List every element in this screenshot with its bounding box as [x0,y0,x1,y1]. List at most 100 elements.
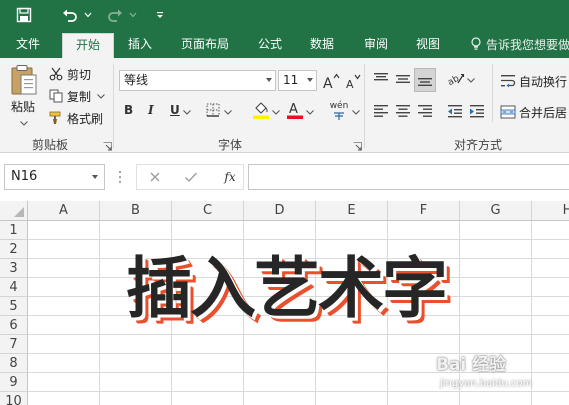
font-name-value: 等线 [124,73,149,87]
tab-view[interactable]: 视图 [406,30,450,58]
format-painter-button[interactable]: 格式刷 [48,108,103,128]
column-header[interactable]: E [316,201,388,221]
enter-icon[interactable] [182,164,200,190]
orientation-dropdown-icon[interactable] [467,76,475,84]
underline-button[interactable]: U [170,103,180,117]
formula-bar: N16 fx [0,153,569,201]
ribbon-separator [492,64,493,122]
paste-label[interactable]: 粘贴 [11,98,35,115]
underline-dropdown-icon[interactable] [183,108,191,116]
cut-button[interactable]: 剪切 [48,64,91,84]
ribbon-home: 粘贴 剪切 复制 格式刷 剪贴板 等线 11 A A B I U A wén 字… [0,58,569,153]
name-box[interactable]: N16 [4,164,105,190]
increase-font-size-icon[interactable]: A [322,71,340,91]
wrap-text-button[interactable]: 自动换行 [500,71,567,91]
decrease-font-size-icon[interactable]: A [344,71,362,91]
merge-center-button[interactable]: 合并后居 [500,102,567,122]
svg-text:A: A [289,102,298,117]
row-header[interactable]: 2 [0,240,28,259]
lightbulb-icon [470,37,482,51]
redo-icon[interactable] [103,0,127,30]
clipboard-dialog-launcher-icon[interactable] [103,140,112,151]
tell-me-box[interactable]: 告诉我您想要做 [470,30,569,58]
row-header[interactable]: 4 [0,278,28,297]
cancel-icon[interactable] [146,164,164,190]
row-header[interactable]: 8 [0,354,28,373]
font-color-icon[interactable]: A [286,100,304,120]
grid-line [28,334,569,335]
select-all-corner[interactable] [0,201,28,221]
copy-label: 复制 [67,89,92,104]
paste-dropdown-icon[interactable] [20,120,28,126]
row-header[interactable]: 10 [0,392,28,405]
column-header[interactable]: H [532,201,569,221]
row-header[interactable]: 9 [0,373,28,392]
clipboard-group-label: 剪贴板 [31,138,68,152]
row-header[interactable]: 7 [0,335,28,354]
increase-indent-icon[interactable] [468,102,486,120]
borders-dropdown-icon[interactable] [224,108,232,116]
font-dialog-launcher-icon[interactable] [353,140,362,151]
fill-color-icon[interactable] [252,100,270,120]
formula-bar-splitter-icon[interactable] [117,169,123,185]
align-left-icon[interactable] [372,102,390,120]
row-header[interactable]: 3 [0,259,28,278]
tab-review[interactable]: 审阅 [354,30,398,58]
bold-button[interactable]: B [124,103,133,117]
column-header[interactable]: D [244,201,316,221]
save-icon[interactable] [12,0,36,30]
formula-input[interactable] [248,164,569,190]
format-painter-label: 格式刷 [67,111,104,126]
redo-dropdown-icon[interactable] [127,0,139,30]
ribbon-separator [364,64,365,148]
phonetic-guide-label: wén [329,101,349,111]
insert-function-button[interactable]: fx [221,164,239,190]
fill-color-dropdown-icon[interactable] [272,108,280,116]
tab-insert[interactable]: 插入 [118,30,162,58]
column-header[interactable]: G [460,201,532,221]
column-header[interactable]: C [172,201,244,221]
row-header[interactable]: 6 [0,316,28,335]
cut-label: 剪切 [67,67,92,82]
align-top-icon[interactable] [372,70,390,88]
tell-me-text: 告诉我您想要做 [486,37,569,52]
baidu-watermark: Bai 经验 jingyan.baidu.com [436,350,566,400]
copy-icon [48,88,64,104]
undo-dropdown-icon[interactable] [82,0,94,30]
ribbon-separator [113,64,114,148]
wrap-text-label: 自动换行 [519,74,568,89]
copy-dropdown-icon[interactable] [97,93,105,99]
align-right-icon[interactable] [416,102,434,120]
font-group-label: 字体 [217,138,242,152]
orientation-icon[interactable]: ab [446,70,466,88]
copy-button[interactable]: 复制 [48,86,105,106]
tab-formulas[interactable]: 公式 [248,30,292,58]
phonetic-guide-dropdown-icon[interactable] [352,108,360,116]
column-header[interactable]: A [28,201,100,221]
svg-text:A: A [323,76,333,90]
paste-icon [11,65,37,95]
row-header[interactable]: 1 [0,221,28,240]
italic-button[interactable]: I [148,103,154,117]
font-color-dropdown-icon[interactable] [306,108,314,116]
tab-home[interactable]: 开始 [62,33,114,58]
font-size-select[interactable]: 11 [278,70,317,91]
tab-page-layout[interactable]: 页面布局 [172,30,238,58]
font-name-select[interactable]: 等线 [119,70,276,91]
undo-icon[interactable] [58,0,82,30]
borders-icon[interactable] [205,102,221,118]
wordart-text[interactable]: 插入艺术字 [126,248,486,330]
column-header[interactable]: F [388,201,460,221]
phonetic-guide-button[interactable]: wén [328,100,350,122]
column-header[interactable]: B [100,201,172,221]
tab-file[interactable]: 文件 [6,30,50,58]
merge-center-icon [500,104,516,120]
customize-quick-access-icon[interactable] [152,0,168,30]
align-center-icon[interactable] [394,102,412,120]
align-bottom-icon[interactable] [414,68,436,92]
row-header[interactable]: 5 [0,297,28,316]
align-middle-icon[interactable] [394,70,412,88]
svg-text:A: A [346,78,354,90]
decrease-indent-icon[interactable] [446,102,464,120]
tab-data[interactable]: 数据 [300,30,344,58]
